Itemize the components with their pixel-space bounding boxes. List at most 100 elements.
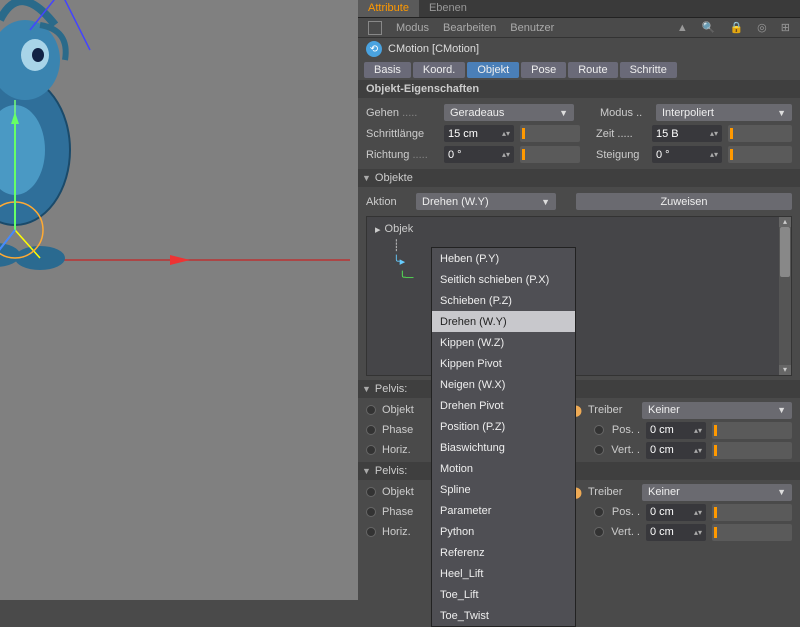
pelvis-section-header[interactable]: ▼Pelvis: (358, 462, 800, 480)
slider-vert[interactable] (712, 442, 792, 459)
hierarchy-node-icon[interactable]: ╰─ (399, 271, 413, 284)
hierarchy-node-icon[interactable]: ╰▸ (393, 255, 405, 268)
slider-steigung[interactable] (728, 146, 792, 163)
dropdown-item[interactable]: Parameter (432, 500, 575, 521)
slider-zeit[interactable] (728, 125, 792, 142)
chevron-down-icon: ▼ (541, 197, 550, 207)
field-pos[interactable]: 0 cm▴▾ (646, 504, 706, 521)
dropdown-modus[interactable]: Interpoliert▼ (656, 104, 792, 121)
scroll-down-icon[interactable]: ▾ (779, 365, 791, 375)
new-icon[interactable]: ⊞ (781, 21, 790, 34)
label-steigung: Steigung (596, 149, 646, 161)
radio-objekt[interactable] (366, 487, 376, 497)
field-pos[interactable]: 0 cm▴▾ (646, 422, 706, 439)
section-header: Objekt-Eigenschaften (358, 80, 800, 98)
label-objekt: Objekt (382, 404, 430, 416)
menu-benutzer[interactable]: Benutzer (510, 22, 554, 34)
target-icon[interactable]: ◎ (757, 21, 767, 34)
viewport-3d[interactable] (0, 0, 358, 600)
search-icon[interactable]: 🔍 (702, 21, 716, 34)
lock-icon[interactable]: 🔒 (729, 21, 743, 34)
menu-bearbeiten[interactable]: Bearbeiten (443, 22, 496, 34)
slider-pos[interactable] (712, 504, 792, 521)
label-richtung: Richtung (366, 149, 438, 161)
dropdown-item[interactable]: Drehen Pivot (432, 395, 575, 416)
panel-menubar: Modus Bearbeiten Benutzer ▲ 🔍 🔒 ◎ ⊞ (358, 18, 800, 38)
tab-basis[interactable]: Basis (364, 62, 411, 78)
menu-modus[interactable]: Modus (396, 22, 429, 34)
label-pos: Pos. . (610, 506, 640, 518)
radio-vert[interactable] (594, 445, 604, 455)
tab-schritte[interactable]: Schritte (620, 62, 677, 78)
triangle-down-icon: ▼ (362, 173, 371, 183)
slider-richtung[interactable] (520, 146, 580, 163)
cmotion-icon: ⟲ (366, 41, 382, 57)
dropdown-gehen[interactable]: Geradeaus▼ (444, 104, 574, 121)
dropdown-item[interactable]: Position (P.Z) (432, 416, 575, 437)
field-vert[interactable]: 0 cm▴▾ (646, 442, 706, 459)
dropdown-item[interactable]: Heben (P.Y) (432, 248, 575, 269)
tab-ebenen[interactable]: Ebenen (419, 0, 477, 17)
radio-horiz[interactable] (366, 445, 376, 455)
dropdown-item[interactable]: Spline (432, 479, 575, 500)
tab-pose[interactable]: Pose (521, 62, 566, 78)
dropdown-item[interactable]: Toe_Lift (432, 584, 575, 605)
triangle-right-icon[interactable]: ▸ (375, 223, 381, 236)
radio-phase[interactable] (366, 425, 376, 435)
field-steigung[interactable]: 0 °▴▾ (652, 146, 722, 163)
dropdown-item[interactable]: Motion (432, 458, 575, 479)
tab-koord[interactable]: Koord. (413, 62, 465, 78)
dropdown-item[interactable]: Seitlich schieben (P.X) (432, 269, 575, 290)
history-icon[interactable] (368, 21, 382, 35)
aktion-dropdown-popup[interactable]: Heben (P.Y)Seitlich schieben (P.X)Schieb… (431, 247, 576, 627)
slider-schrittlaenge[interactable] (520, 125, 580, 142)
radio-horiz[interactable] (366, 527, 376, 537)
dropdown-item[interactable]: Neigen (W.X) (432, 374, 575, 395)
field-richtung[interactable]: 0 °▴▾ (444, 146, 514, 163)
dropdown-item[interactable]: Heel_Lift (432, 563, 575, 584)
radio-pos[interactable] (594, 425, 604, 435)
field-vert[interactable]: 0 cm▴▾ (646, 524, 706, 541)
tab-route[interactable]: Route (568, 62, 617, 78)
pelvis-section-header[interactable]: ▼Pelvis: (358, 380, 800, 398)
chevron-down-icon: ▼ (777, 108, 786, 118)
dropdown-item[interactable]: Toe_Twist (432, 605, 575, 626)
radio-objekt[interactable] (366, 405, 376, 415)
dropdown-item[interactable]: Python (432, 521, 575, 542)
label-horiz: Horiz. (382, 444, 430, 456)
tab-attribute[interactable]: Attribute (358, 0, 419, 17)
nav-up-icon[interactable]: ▲ (677, 22, 688, 34)
list-scrollbar[interactable]: ▴ ▾ (779, 217, 791, 375)
slider-vert[interactable] (712, 524, 792, 541)
tab-objekt[interactable]: Objekt (467, 62, 519, 78)
objekte-header[interactable]: ▼Objekte (358, 169, 800, 187)
dropdown-item[interactable]: Schieben (P.Z) (432, 290, 575, 311)
dropdown-aktion[interactable]: Drehen (W.Y)▼ (416, 193, 556, 210)
attribute-panel: Attribute Ebenen Modus Bearbeiten Benutz… (358, 0, 800, 600)
field-schrittlaenge[interactable]: 15 cm▴▾ (444, 125, 514, 142)
field-zeit[interactable]: 15 B▴▾ (652, 125, 722, 142)
dropdown-treiber[interactable]: Keiner▼ (642, 484, 792, 501)
dropdown-item[interactable]: Drehen (W.Y) (432, 311, 575, 332)
label-schrittlaenge: Schrittlänge (366, 128, 438, 140)
slider-pos[interactable] (712, 422, 792, 439)
dropdown-item[interactable]: Biaswichtung (432, 437, 575, 458)
object-hierarchy-list[interactable]: ▸Objek ┊ ╰▸ ╰─ ▴ ▾ Heben (P.Y)Seitlich s… (366, 216, 792, 376)
dropdown-treiber[interactable]: Keiner▼ (642, 402, 792, 419)
dropdown-item[interactable]: Kippen (W.Z) (432, 332, 575, 353)
panel-tabs: Attribute Ebenen (358, 0, 800, 18)
dropdown-item[interactable]: Kippen Pivot (432, 353, 575, 374)
dropdown-item[interactable]: Referenz (432, 542, 575, 563)
object-title: CMotion [CMotion] (388, 43, 479, 55)
chevron-down-icon: ▼ (559, 108, 568, 118)
zuweisen-button[interactable]: Zuweisen (576, 193, 792, 210)
scrollbar-thumb[interactable] (780, 227, 790, 277)
label-zeit: Zeit ..... (596, 128, 646, 140)
scroll-up-icon[interactable]: ▴ (779, 217, 791, 227)
label-aktion: Aktion (366, 196, 410, 208)
radio-phase[interactable] (366, 507, 376, 517)
label-objekt: Objekt (382, 486, 430, 498)
radio-vert[interactable] (594, 527, 604, 537)
chevron-down-icon: ▼ (777, 405, 786, 415)
radio-pos[interactable] (594, 507, 604, 517)
